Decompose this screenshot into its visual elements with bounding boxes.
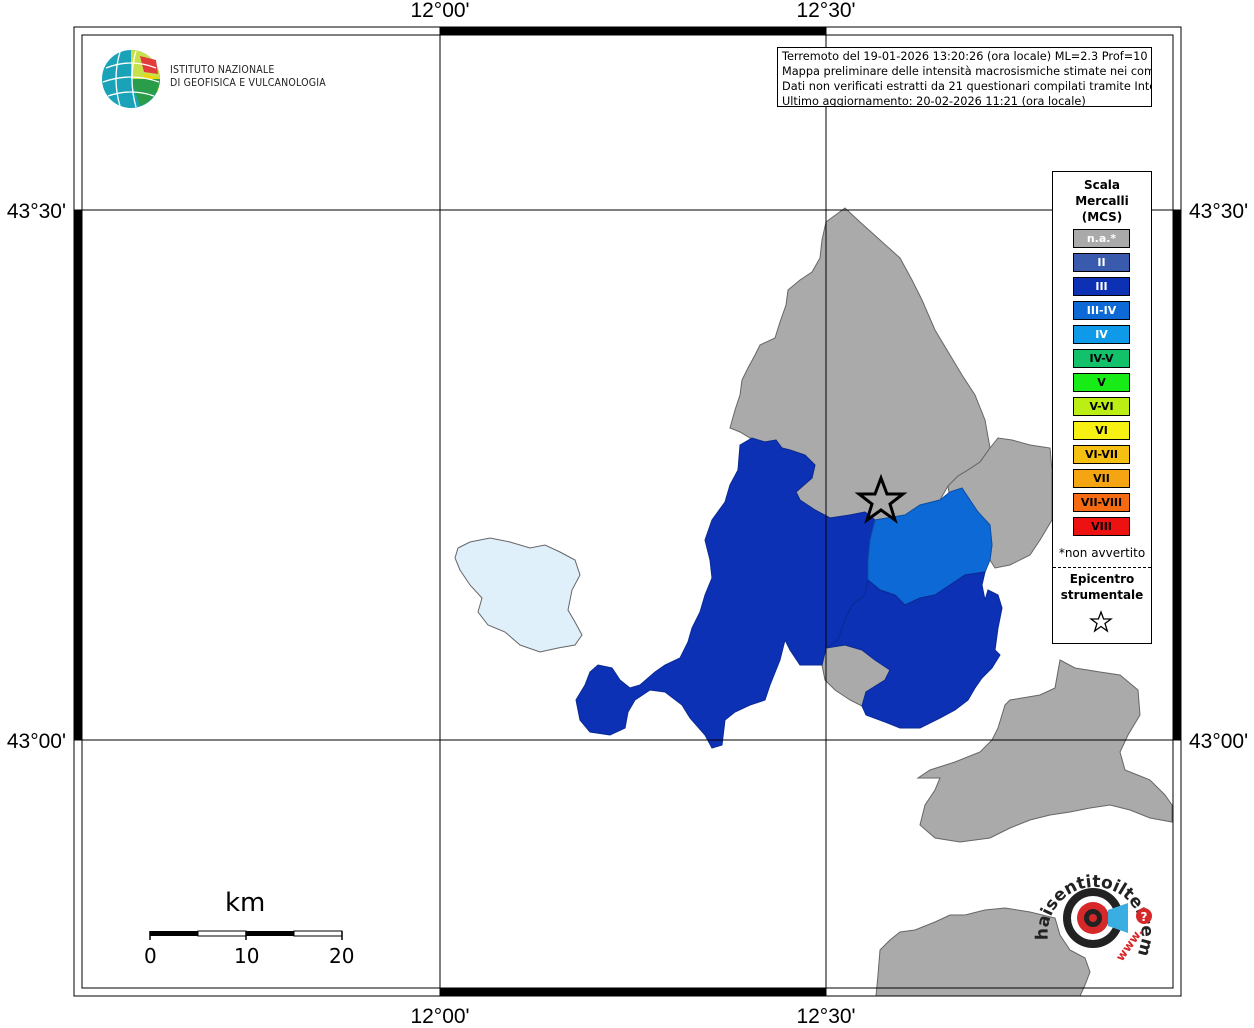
scale-label-0: 0 [144,944,157,968]
legend-title-line3: (MCS) [1081,210,1123,224]
legend-items: n.a.* II III III-IV IV IV-V V V-VI VI VI-VII VII VI… [1073,229,1130,541]
legend-item: VI [1073,421,1130,440]
haisentito-logo-graphic: haisentitoilterremoto.it ? www. [1024,843,1157,964]
left-label-4330: 43°30' [7,200,66,223]
legend-item: VII-VIII [1073,493,1130,512]
legend-note: *non avvertito [1058,546,1146,560]
legend-item: VIII [1073,517,1130,536]
scale-unit: km [225,888,266,918]
legend-item: n.a.* [1073,229,1130,248]
legend-item: VII [1073,469,1130,488]
bottom-label-1230: 12°30' [796,1005,855,1024]
municipality-felt-west[interactable] [454,537,583,653]
ingv-globe-icon [102,50,160,108]
haisentito-logo: haisentitoilterremoto.it ? www. [1024,843,1160,978]
ingv-logo: ISTITUTO NAZIONALE DI GEOFISICA E VULCAN… [100,48,326,110]
legend-item: III-IV [1073,301,1130,320]
legend-title-line2: Mercalli [1075,194,1129,208]
ingv-name-line1: ISTITUTO NAZIONALE [170,64,275,76]
right-label-4300: 43°00' [1189,730,1248,753]
legend-item: IV-V [1073,349,1130,368]
legend-title-line1: Scala [1083,178,1121,192]
event-info-box: Terremoto del 19-01-2026 13:20:26 (ora l… [777,47,1152,107]
legend-epicentro-line1: Epicentro [1069,572,1135,586]
svg-text:?: ? [1141,910,1148,924]
scale-label-10: 10 [234,944,260,968]
legend-item: IV [1073,325,1130,344]
legend-epicentro: Epicentro strumentale [1053,571,1151,603]
mcs-legend: Scala Mercalli (MCS) n.a.* II III III-IV IV I… [1052,171,1152,644]
bottom-label-1200: 12°00' [410,1005,469,1024]
legend-epicentro-line2: strumentale [1060,588,1144,602]
event-info-line1: Terremoto del 19-01-2026 13:20:26 (ora l… [782,50,1152,63]
top-label-1230: 12°30' [796,0,855,22]
legend-item: V [1073,373,1130,392]
scale-bar: km 0 10 20 [140,888,370,968]
legend-item: VI-VII [1073,445,1130,464]
event-info-line2: Mappa preliminare delle intensità macros… [782,65,1152,78]
legend-item: III [1073,277,1130,296]
legend-separator [1053,567,1151,568]
scale-label-20: 20 [329,944,355,968]
legend-star-icon [1089,610,1113,633]
event-info-line3: Dati non verificati estratti da 21 quest… [782,80,1152,93]
ingv-name-line2: DI GEOFISICA E VULCANOLOGIA [170,77,326,89]
left-label-4300: 43°00' [7,730,66,753]
top-label-1200: 12°00' [410,0,469,22]
legend-item: II [1073,253,1130,272]
event-info-line4: Ultimo aggiornamento: 20-02-2026 11:21 (… [782,95,1086,107]
legend-title: Scala Mercalli (MCS) [1053,177,1151,225]
legend-item: V-VI [1073,397,1130,416]
right-label-4330: 43°30' [1189,200,1248,223]
